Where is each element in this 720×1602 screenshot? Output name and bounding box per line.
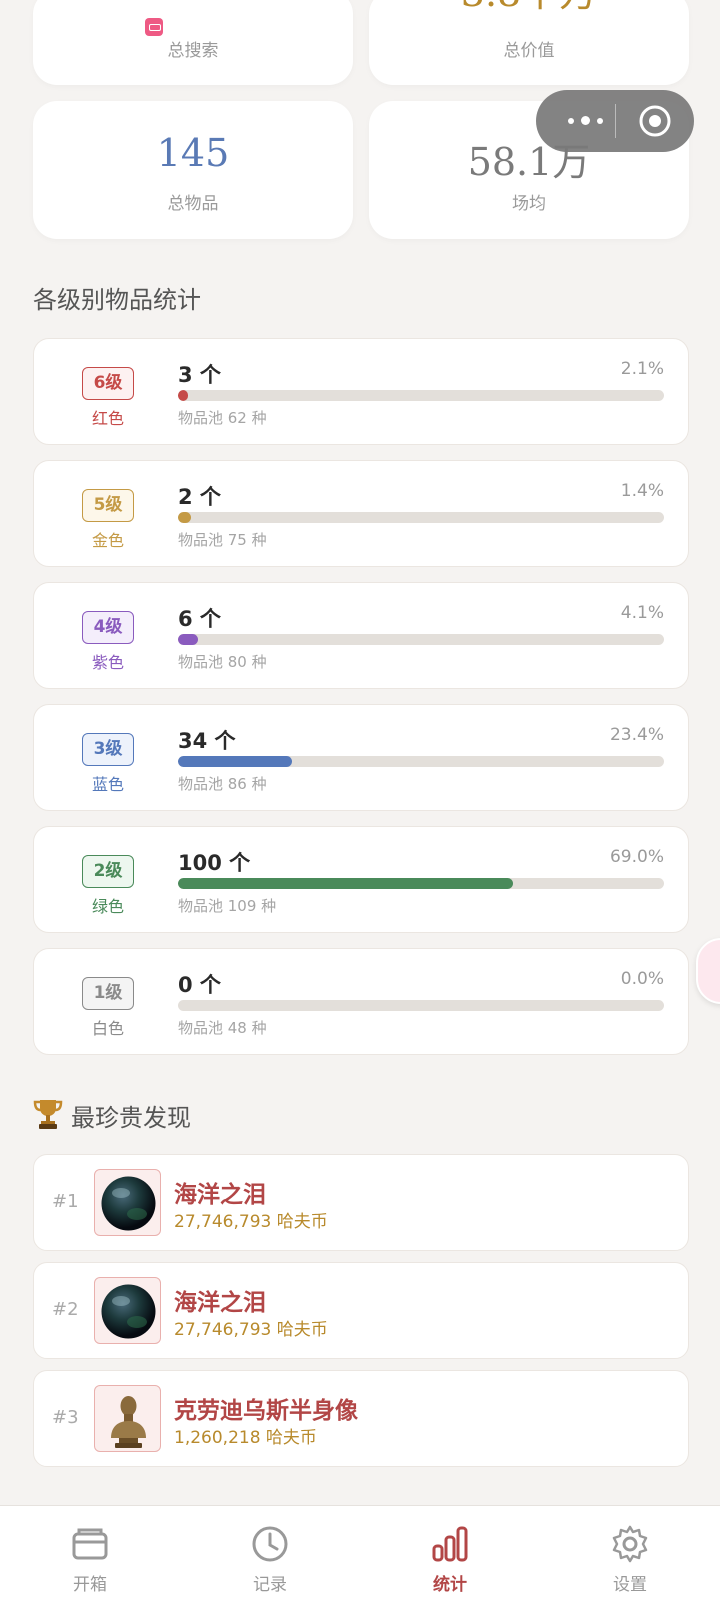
tab-records[interactable]: 记录 [180, 1506, 360, 1602]
level-pool-size: 物品池 48 种 [178, 1019, 267, 1037]
level-percent: 1.4% [620, 481, 664, 501]
bust-statue-image [94, 1385, 161, 1452]
rare-item-price: 1,260,218 哈夫币 [174, 1428, 317, 1448]
level-percent: 0.0% [620, 969, 664, 989]
app-logo-icon [145, 18, 163, 36]
stat-label: 总搜索 [167, 41, 219, 61]
rare-rank: #3 [52, 1407, 79, 1428]
level-row: 4级紫色 6 个 4.1% 物品池 80 种 [33, 582, 689, 689]
level-progress-track [178, 756, 664, 767]
level-row: 2级绿色 100 个 69.0% 物品池 109 种 [33, 826, 689, 933]
level-row: 3级蓝色 34 个 23.4% 物品池 86 种 [33, 704, 689, 811]
level-progress-fill [178, 390, 189, 401]
ocean-tear-image [94, 1277, 161, 1344]
level-color-name: 蓝色 [91, 775, 124, 794]
level-percent: 2.1% [620, 359, 664, 379]
rare-item-name: 克劳迪乌斯半身像 [174, 1398, 358, 1424]
rare-item-price: 27,746,793 哈夫币 [174, 1212, 328, 1232]
level-badge: 6级 [82, 367, 134, 400]
level-row: 1级白色 0 个 0.0% 物品池 48 种 [33, 948, 689, 1055]
level-color-name: 紫色 [91, 653, 124, 672]
stat-card-total-value: 3.8千万 总价值 [369, 0, 689, 85]
stat-card-total-items: 145 总物品 [33, 101, 353, 239]
rare-finds-title: 最珍贵发现 [71, 1104, 191, 1132]
level-badge: 2级 [82, 855, 134, 888]
level-color-name: 白色 [91, 1019, 124, 1038]
bottom-tab-bar: 开箱 记录 统计 设置 [0, 1505, 720, 1602]
tab-label: 设置 [613, 1575, 647, 1595]
rare-item-price: 27,746,793 哈夫币 [174, 1320, 328, 1340]
level-color-name: 金色 [91, 531, 124, 550]
level-badge: 4级 [82, 611, 134, 644]
capsule-divider [615, 104, 616, 138]
stat-value: 145 [156, 131, 230, 175]
level-progress-track [178, 878, 664, 889]
level-badge: 3级 [82, 733, 134, 766]
level-progress-fill [178, 634, 198, 645]
stat-label: 场均 [512, 194, 546, 214]
level-progress-fill [178, 512, 191, 523]
level-color-name: 绿色 [91, 897, 124, 916]
level-progress-fill [178, 878, 514, 889]
level-count: 0 个 [178, 973, 221, 997]
level-count: 6 个 [178, 607, 221, 631]
level-percent: 69.0% [609, 847, 664, 867]
rare-rank: #1 [52, 1191, 79, 1212]
level-progress-track [178, 512, 664, 523]
gear-icon [612, 1525, 648, 1563]
level-color-name: 红色 [91, 409, 124, 428]
level-count: 34 个 [178, 729, 236, 753]
level-percent: 23.4% [609, 725, 664, 745]
level-pool-size: 物品池 80 种 [178, 653, 267, 671]
level-badge: 1级 [82, 977, 134, 1010]
rare-item-row[interactable]: #3 克劳迪乌斯半身像 1,260,218 哈夫币 [33, 1370, 689, 1467]
more-options-icon[interactable] [556, 90, 616, 152]
tab-label: 统计 [433, 1575, 467, 1595]
rare-item-name: 海洋之泪 [174, 1182, 266, 1208]
level-count: 2 个 [178, 485, 221, 509]
level-badge: 5级 [82, 489, 134, 522]
rare-item-name: 海洋之泪 [174, 1290, 266, 1316]
tab-stats[interactable]: 统计 [360, 1506, 540, 1602]
tab-label: 开箱 [73, 1575, 107, 1595]
level-progress-track [178, 1000, 664, 1011]
level-count: 100 个 [178, 851, 251, 875]
rare-item-row[interactable]: #2 海洋之泪 27,746,793 哈夫币 [33, 1262, 689, 1359]
stat-label: 总价值 [503, 41, 555, 61]
level-progress-fill [178, 756, 292, 767]
rare-rank: #2 [52, 1299, 79, 1320]
rare-item-row[interactable]: #1 海洋之泪 27,746,793 哈夫币 [33, 1154, 689, 1251]
level-stats-title: 各级别物品统计 [33, 286, 201, 314]
box-icon [72, 1528, 108, 1560]
stat-value: 3.8千万 [369, 0, 689, 17]
level-pool-size: 物品池 109 种 [178, 897, 277, 915]
stat-label: 总物品 [167, 194, 219, 214]
level-pool-size: 物品池 86 种 [178, 775, 267, 793]
bar-chart-icon [432, 1526, 468, 1562]
tab-settings[interactable]: 设置 [540, 1506, 720, 1602]
stat-value: 100 [33, 0, 353, 6]
level-row: 5级金色 2 个 1.4% 物品池 75 种 [33, 460, 689, 567]
level-pool-size: 物品池 62 种 [178, 409, 267, 427]
close-miniprogram-icon[interactable] [638, 104, 672, 138]
clock-icon [252, 1526, 288, 1562]
level-row: 6级红色 3 个 2.1% 物品池 62 种 [33, 338, 689, 445]
ocean-tear-image [94, 1169, 161, 1236]
level-percent: 4.1% [620, 603, 664, 623]
stat-card-total-search: 100 总搜索 [33, 0, 353, 85]
floating-helper-button[interactable] [696, 938, 720, 1004]
level-progress-track [178, 390, 664, 401]
level-count: 3 个 [178, 363, 221, 387]
tab-open-box[interactable]: 开箱 [0, 1506, 180, 1602]
trophy-icon [33, 1100, 63, 1129]
level-pool-size: 物品池 75 种 [178, 531, 267, 549]
tab-label: 记录 [253, 1575, 287, 1595]
level-progress-track [178, 634, 664, 645]
miniprogram-capsule [536, 90, 694, 152]
